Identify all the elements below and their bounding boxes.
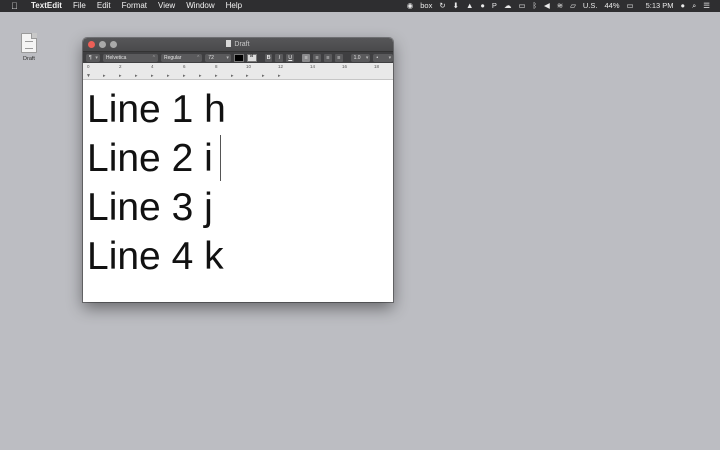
tab-stop-marker[interactable]: ▸	[183, 73, 186, 79]
ruler-indent-marker[interactable]: ▼	[86, 73, 91, 79]
user-icon[interactable]: ●	[681, 0, 686, 12]
tab-stop-marker[interactable]: ▸	[199, 73, 202, 79]
keyboard-input[interactable]: U.S.	[583, 0, 598, 12]
window-title: Draft	[83, 38, 393, 51]
tab-stop-marker[interactable]: ▸	[135, 73, 138, 79]
list-style-popup[interactable]: • ▾	[373, 53, 393, 62]
download-icon[interactable]: ⬇	[453, 0, 459, 12]
menu-app-name[interactable]: TextEdit	[31, 0, 62, 12]
menu-view[interactable]: View	[158, 0, 175, 12]
drive-icon[interactable]: ▲	[466, 0, 473, 12]
volume-icon[interactable]: ◀	[544, 0, 550, 12]
font-style-popup[interactable]: Regular ⌃	[160, 53, 203, 62]
window-title-text: Draft	[234, 41, 250, 48]
colorwheel-icon[interactable]: ●	[480, 0, 485, 12]
document-icon	[21, 33, 37, 53]
record-icon[interactable]: ◉	[407, 0, 414, 12]
desktop-file-draft[interactable]: Draft	[17, 33, 41, 62]
tab-stop-marker[interactable]: ▸	[262, 73, 265, 79]
document-line: Line 4 k	[87, 235, 224, 278]
airplay-icon[interactable]: ▭	[518, 0, 525, 12]
font-family-popup[interactable]: Helvetica ⌃	[102, 53, 158, 62]
clock[interactable]: 5:13 PM	[646, 0, 674, 12]
textedit-window: Draft ¶▾ Helvetica⌃ Regular⌃ 72▾ B I U ≡…	[83, 38, 393, 302]
display-icon[interactable]: ▱	[570, 0, 576, 12]
status-area: ◉ box ↻ ⬇ ▲ ● P ☁ ▭ ᛒ ◀ ≋ ▱ U.S. 44% ▭ 5…	[400, 0, 720, 12]
menu-file[interactable]: File	[73, 0, 86, 12]
font-size-popup[interactable]: 72 ▾	[205, 53, 231, 62]
text-cursor	[219, 135, 221, 181]
title-bar[interactable]: Draft	[83, 38, 393, 51]
align-left-button[interactable]: ≡	[302, 53, 311, 62]
highlight-color-swatch[interactable]	[246, 53, 257, 62]
line-spacing-popup[interactable]: 1.0 ▾	[350, 53, 371, 62]
document-line: Line 2 i	[87, 134, 393, 183]
menu-edit[interactable]: Edit	[97, 0, 111, 12]
ruler-label: 2	[119, 64, 122, 69]
align-center-button[interactable]: ≡	[313, 53, 321, 62]
cloud-icon[interactable]: ☁	[504, 0, 512, 12]
tab-stop-marker[interactable]: ▸	[215, 73, 218, 79]
notification-center-icon[interactable]: ☰	[703, 0, 710, 12]
ruler-label: 6	[183, 64, 186, 69]
search-icon[interactable]: ⌕	[692, 0, 696, 12]
ruler-label: 0	[87, 64, 90, 69]
ruler-label: 18	[374, 64, 380, 69]
apple-menu-icon[interactable]: 	[11, 0, 21, 12]
tab-stop-marker[interactable]: ▸	[278, 73, 281, 79]
text-color-swatch[interactable]	[233, 53, 244, 62]
battery-percent[interactable]: 44%	[604, 0, 619, 12]
sync-icon[interactable]: ↻	[439, 0, 445, 12]
p-icon[interactable]: P	[492, 0, 497, 12]
menu-help[interactable]: Help	[226, 0, 242, 12]
tab-stop-marker[interactable]: ▸	[103, 73, 106, 79]
wifi-icon[interactable]: ≋	[557, 0, 563, 12]
tab-stop-marker[interactable]: ▸	[119, 73, 122, 79]
align-justify-button[interactable]: ≡	[334, 53, 343, 62]
document-line: Line 1 h	[87, 88, 226, 131]
ruler-label: 12	[278, 64, 284, 69]
battery-icon[interactable]: ▭	[627, 0, 634, 12]
document-proxy-icon[interactable]	[226, 40, 232, 47]
underline-button[interactable]: U	[286, 53, 295, 62]
document-line: Line 3 j	[87, 186, 213, 229]
paragraph-style-popup[interactable]: ¶ ▾	[86, 53, 100, 62]
ruler-label: 4	[151, 64, 154, 69]
ruler-label: 8	[215, 64, 218, 69]
ruler[interactable]: 0 2 4 6 8 10 12 14 16 18 ▼ ▸ ▸ ▸ ▸ ▸ ▸ ▸…	[83, 63, 393, 80]
tab-stop-marker[interactable]: ▸	[231, 73, 234, 79]
desktop-file-label: Draft	[23, 56, 35, 62]
format-toolbar: ¶▾ Helvetica⌃ Regular⌃ 72▾ B I U ≡ ≡ ≡ ≡…	[83, 51, 393, 63]
document-text-area[interactable]: Line 1 h Line 2 i Line 3 j Line 4 k	[83, 80, 393, 302]
menu-format[interactable]: Format	[122, 0, 147, 12]
ruler-label: 10	[246, 64, 252, 69]
tab-stop-marker[interactable]: ▸	[151, 73, 154, 79]
align-right-button[interactable]: ≡	[323, 53, 332, 62]
menu-bar:  TextEdit File Edit Format View Window …	[0, 0, 720, 12]
bluetooth-icon[interactable]: ᛒ	[533, 0, 538, 12]
italic-button[interactable]: I	[275, 53, 284, 62]
box-icon[interactable]: box	[420, 0, 432, 12]
ruler-label: 16	[342, 64, 348, 69]
ruler-label: 14	[310, 64, 316, 69]
tab-stop-marker[interactable]: ▸	[246, 73, 249, 79]
bold-button[interactable]: B	[264, 53, 273, 62]
menu-window[interactable]: Window	[186, 0, 214, 12]
tab-stop-marker[interactable]: ▸	[167, 73, 170, 79]
